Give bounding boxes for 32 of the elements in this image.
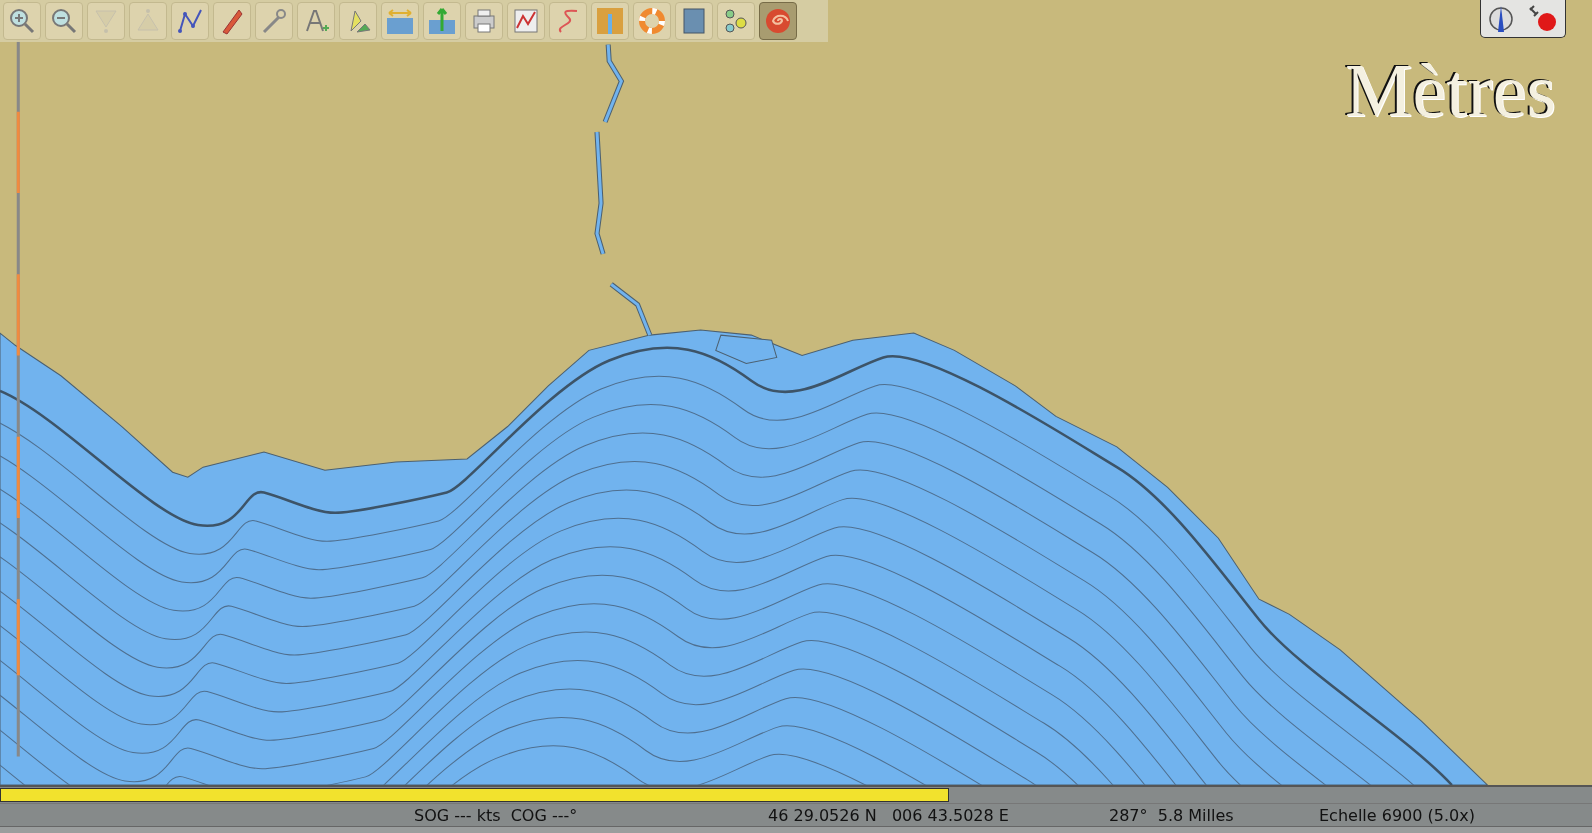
horizontal-arrows-icon <box>385 6 415 36</box>
toolbar-button[interactable] <box>171 2 209 40</box>
toolbar-button[interactable] <box>717 2 755 40</box>
status-field: SOG --- kts COG ---° <box>414 805 768 825</box>
toolbar-button[interactable] <box>423 2 461 40</box>
toolbar-button[interactable] <box>675 2 713 40</box>
depth-units-label: Mètres <box>1344 52 1556 128</box>
toolbar-button[interactable] <box>549 2 587 40</box>
status-field: 287° 5.8 Milles <box>1109 805 1319 825</box>
harbour-basin <box>715 334 778 365</box>
toolbar-button[interactable] <box>255 2 293 40</box>
toolbar-button[interactable] <box>213 2 251 40</box>
compass-panel[interactable] <box>1480 0 1566 38</box>
toolbar-button[interactable] <box>297 2 335 40</box>
toolbar-button[interactable] <box>633 2 671 40</box>
status-field: Echelle 6900 (5.0x) <box>1319 805 1592 825</box>
life-ring-icon <box>637 6 667 36</box>
vertical-arrow-icon <box>427 6 457 36</box>
toolbar-button[interactable] <box>45 2 83 40</box>
gps-status-icon <box>1526 3 1559 34</box>
spiral-icon <box>763 6 793 36</box>
toolbar-button[interactable] <box>381 2 419 40</box>
toolbar-button[interactable] <box>3 2 41 40</box>
zoom-in-icon <box>7 6 37 36</box>
toolbar-button[interactable] <box>507 2 545 40</box>
zoom-out-icon <box>49 6 79 36</box>
status-field: 46 29.0526 N 006 43.5028 E <box>768 805 1109 825</box>
layer-icon <box>595 6 625 36</box>
chart-icon <box>511 6 541 36</box>
toolbar-button[interactable] <box>759 2 797 40</box>
toolbar-button[interactable] <box>465 2 503 40</box>
toolbar-button[interactable] <box>339 2 377 40</box>
